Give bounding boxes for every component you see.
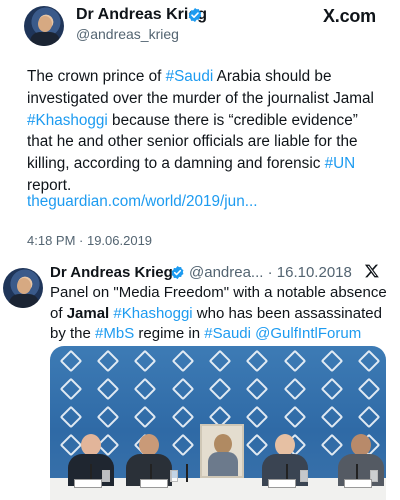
tweet-text: The crown prince of #Saudi Arabia should… (27, 66, 377, 197)
backdrop-logo-icon (134, 352, 152, 370)
water-glass-icon (102, 470, 110, 482)
backdrop-logo-icon (284, 408, 302, 426)
backdrop-logo-row (50, 352, 386, 370)
verified-badge-icon (171, 265, 184, 280)
backdrop-logo-icon (321, 352, 339, 370)
hashtag-link[interactable]: @GulfIntlForum (255, 325, 361, 342)
backdrop-logo-icon (246, 352, 264, 370)
hashtag-link[interactable]: #UN (325, 155, 356, 172)
hashtag-link[interactable]: #Saudi (204, 325, 251, 342)
backdrop-logo-icon (172, 436, 190, 454)
nameplate (140, 479, 168, 488)
quoted-author-avatar[interactable] (3, 268, 43, 308)
quoted-handle-date[interactable]: @andrea... · 16.10.2018 (189, 264, 352, 281)
panel-photo[interactable] (50, 346, 386, 500)
water-glass-icon (300, 470, 308, 482)
backdrop-logo-icon (321, 380, 339, 398)
article-link[interactable]: theguardian.com/world/2019/jun... (27, 193, 257, 211)
backdrop-logo-icon (172, 408, 190, 426)
backdrop-logo-icon (209, 352, 227, 370)
backdrop-logo-icon (60, 352, 78, 370)
nameplate (344, 479, 372, 488)
backdrop-logo-icon (172, 352, 190, 370)
backdrop-logo-icon (97, 408, 115, 426)
tweet-header: Dr Andreas Krieg @andreas_krieg X.com (0, 0, 400, 56)
hashtag-link[interactable]: #Saudi (166, 68, 214, 85)
backdrop-logo-icon (358, 408, 376, 426)
hashtag-link[interactable]: #Khashoggi (27, 112, 108, 129)
nameplate (268, 479, 296, 488)
verified-badge-icon (188, 8, 202, 22)
backdrop-logo-icon (97, 380, 115, 398)
portrait-frame (200, 424, 244, 478)
backdrop-logo-icon (358, 352, 376, 370)
backdrop-logo-icon (134, 408, 152, 426)
microphone-icon (186, 464, 188, 482)
quoted-tweet-text: Panel on "Media Freedom" with a notable … (50, 283, 390, 345)
backdrop-logo-icon (321, 408, 339, 426)
platform-logo: X.com (322, 6, 376, 26)
author-handle[interactable]: @andreas_krieg (76, 26, 179, 42)
hashtag-link[interactable]: #MbS (95, 325, 134, 342)
tweet-timestamp[interactable]: 4:18 PM · 19.06.2019 (27, 233, 152, 248)
backdrop-logo-icon (284, 380, 302, 398)
tweet-text-run: The crown prince of (27, 68, 166, 85)
backdrop-logo-icon (246, 408, 264, 426)
backdrop-logo-icon (60, 408, 78, 426)
water-glass-icon (170, 470, 178, 482)
backdrop-logo-icon (172, 380, 190, 398)
backdrop-logo-icon (97, 352, 115, 370)
author-avatar[interactable] (24, 6, 64, 46)
quoted-author-name[interactable]: Dr Andreas Krieg (50, 264, 173, 281)
backdrop-logo-icon (358, 380, 376, 398)
hashtag-link[interactable]: #Khashoggi (113, 305, 192, 322)
quoted-text-run: Jamal (66, 304, 110, 322)
x-logo-icon (364, 264, 379, 278)
quoted-text-run: regime in (134, 325, 205, 342)
tweet-text-run: report. (27, 176, 72, 194)
backdrop-logo-icon (321, 436, 339, 454)
backdrop-logo-row (50, 380, 386, 398)
backdrop-logo-icon (60, 380, 78, 398)
backdrop-logo-icon (284, 352, 302, 370)
nameplate (74, 479, 102, 488)
backdrop-logo-icon (134, 380, 152, 398)
backdrop-logo-icon (246, 380, 264, 398)
backdrop-logo-icon (209, 380, 227, 398)
